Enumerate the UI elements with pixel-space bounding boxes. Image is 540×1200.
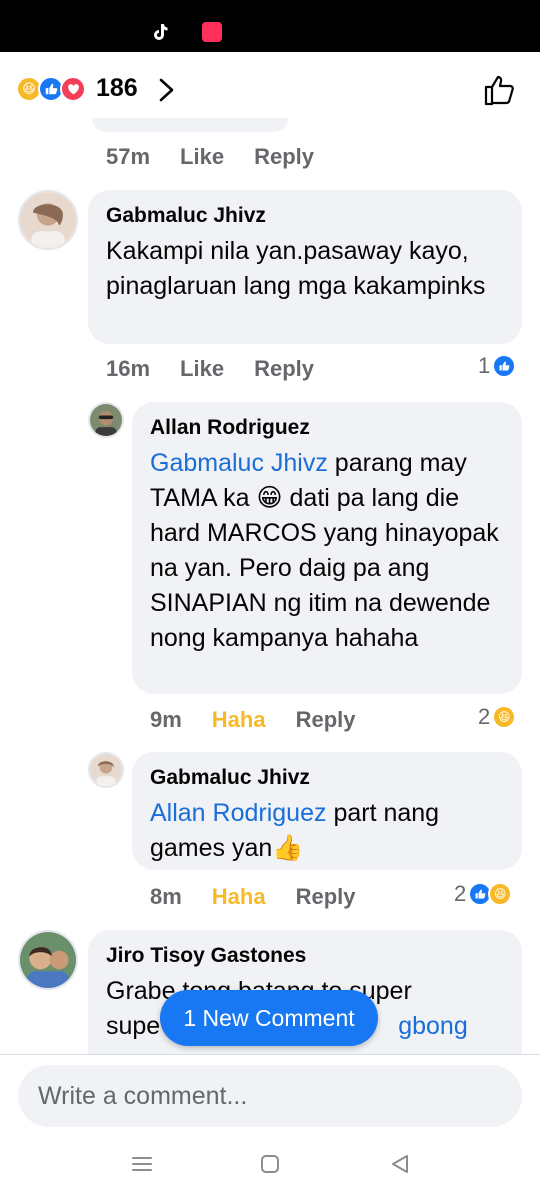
reply-bubble: Gabmaluc Jhivz Allan Rodriguez part nang… <box>132 752 522 870</box>
comment-meta: 57m Like Reply <box>106 144 344 170</box>
haha-button[interactable]: Haha <box>212 884 266 910</box>
reaction-count: 1 <box>478 353 491 378</box>
haha-icon: 😆 <box>488 882 513 906</box>
like-button[interactable]: Like <box>180 144 224 170</box>
status-bar <box>0 0 540 52</box>
comment-time: 9m <box>150 707 182 732</box>
comment-author[interactable]: Gabmaluc Jhivz <box>106 204 504 228</box>
reactions-header[interactable]: 😆 186 <box>0 52 540 122</box>
home-icon[interactable] <box>258 1152 282 1176</box>
reply-button[interactable]: Reply <box>254 144 314 170</box>
chevron-right-icon[interactable] <box>156 76 178 104</box>
system-navigation-bar <box>0 1130 540 1200</box>
reply-button[interactable]: Reply <box>296 884 356 910</box>
tiktok-notification-icon <box>150 22 170 42</box>
avatar[interactable] <box>18 930 78 990</box>
haha-button[interactable]: Haha <box>212 707 266 733</box>
mention-link[interactable]: Gabmaluc Jhivz <box>150 449 328 477</box>
comment-author[interactable]: Allan Rodriguez <box>150 416 504 440</box>
reaction-count[interactable]: 186 <box>96 74 138 103</box>
reaction-count: 2 <box>478 704 491 729</box>
comment-reactions[interactable]: 2 😆 <box>454 881 513 907</box>
mention-link[interactable]: gbong <box>398 1012 468 1040</box>
comment-text-body: parang may TAMA ka 😁 dati pa lang die ha… <box>150 449 499 652</box>
love-icon <box>60 76 86 102</box>
comment-text: Allan Rodriguez part nang games yan👍 <box>150 796 504 866</box>
avatar[interactable] <box>88 402 124 438</box>
comment-time: 8m <box>150 884 182 909</box>
comment-author[interactable]: Jiro Tisoy Gastones <box>106 944 504 968</box>
comment-time: 16m <box>106 356 151 381</box>
haha-icon: 😆 <box>492 705 517 729</box>
reply-button[interactable]: Reply <box>254 356 314 382</box>
like-post-icon[interactable] <box>482 72 518 108</box>
previous-comment-bubble <box>92 118 288 132</box>
reaction-icons: 😆 <box>16 76 90 102</box>
comment-time: 57m <box>106 144 151 169</box>
comment-author[interactable]: Gabmaluc Jhivz <box>150 766 504 790</box>
comments-sheet: 😆 186 57m Like Reply Gabmaluc Jhivz Kaka… <box>0 52 540 1200</box>
reply-bubble: Allan Rodriguez Gabmaluc Jhivz parang ma… <box>132 402 522 694</box>
comment-reactions[interactable]: 2 😆 <box>478 704 517 730</box>
reaction-count: 2 <box>454 881 467 906</box>
comment-meta: 16m Like Reply <box>106 356 344 382</box>
mention-link[interactable]: Allan Rodriguez <box>150 799 327 827</box>
comment-input[interactable] <box>18 1065 522 1127</box>
comment-text: Gabmaluc Jhivz parang may TAMA ka 😁 dati… <box>150 446 504 656</box>
reply-button[interactable]: Reply <box>296 707 356 733</box>
avatar[interactable] <box>18 190 78 250</box>
comment-text-fragment: supe <box>106 1012 161 1040</box>
comment-meta: 9m Haha Reply <box>150 707 386 733</box>
back-icon[interactable] <box>388 1152 412 1176</box>
new-comment-button[interactable]: 1 New Comment <box>160 990 378 1046</box>
like-button[interactable]: Like <box>180 356 224 382</box>
comment-text: Kakampi nila yan.pasaway kayo, pinaglaru… <box>106 237 486 300</box>
like-icon <box>492 354 517 378</box>
comment-reactions[interactable]: 1 <box>478 353 517 379</box>
avatar[interactable] <box>88 752 124 788</box>
app-notification-icon <box>202 22 222 42</box>
comment-meta: 8m Haha Reply <box>150 884 386 910</box>
recent-apps-icon[interactable] <box>130 1152 154 1176</box>
comment-bubble: Gabmaluc Jhivz Kakampi nila yan.pasaway … <box>88 190 522 344</box>
